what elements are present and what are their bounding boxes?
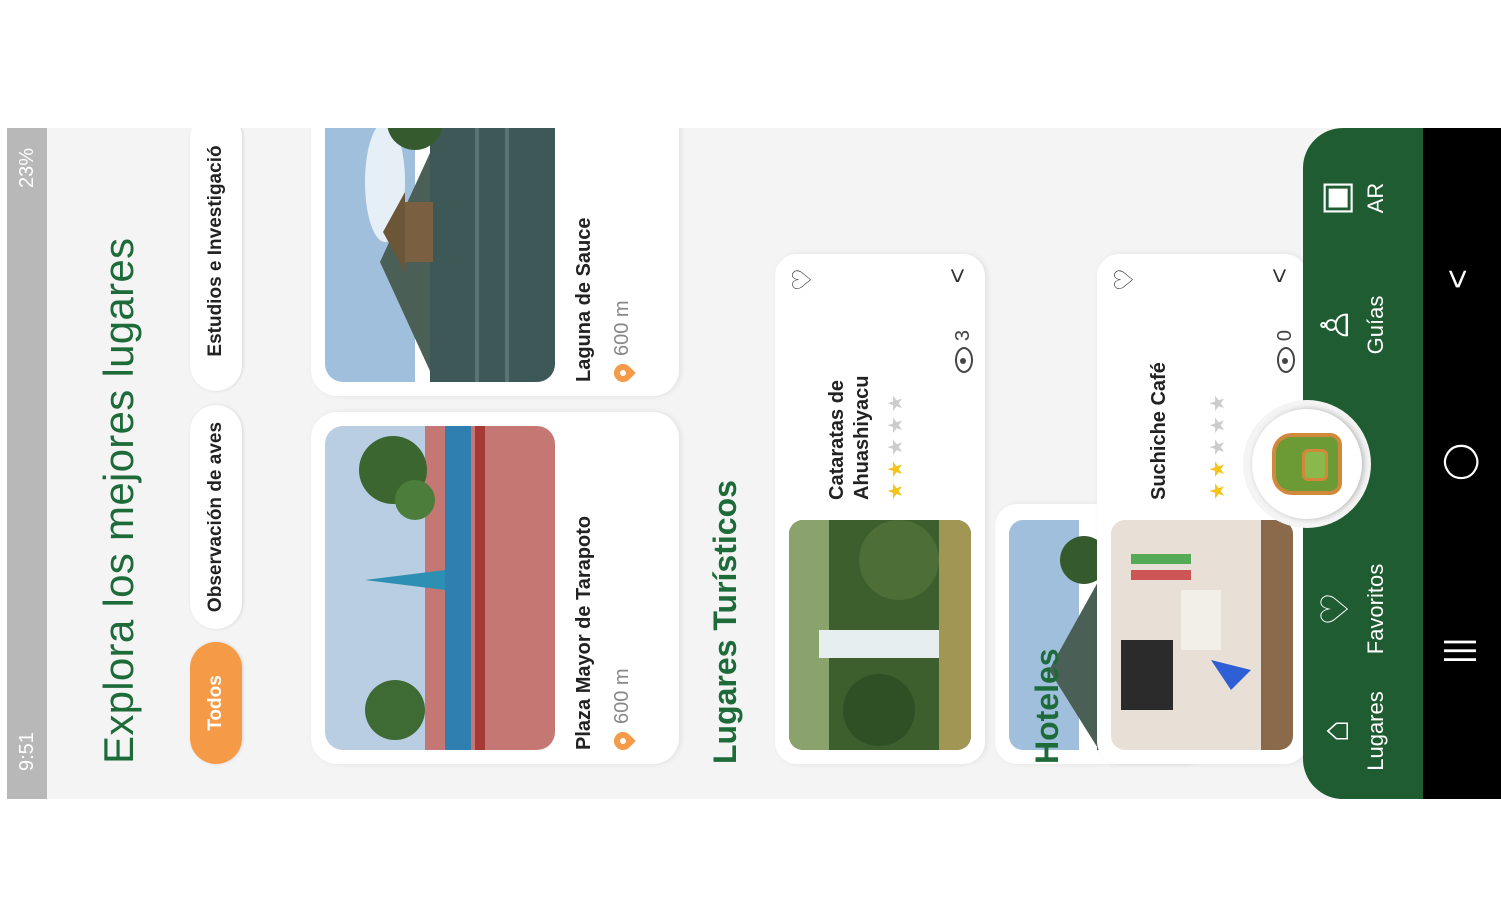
phone-screen: 9:51 23% Explora los mejores lugares Tod… xyxy=(7,128,1501,799)
share-icon[interactable]: < xyxy=(1264,268,1295,283)
nav-guias[interactable]: ♙ Guías xyxy=(1303,265,1423,385)
featured-distance: 600 m xyxy=(609,300,636,386)
eye-icon xyxy=(954,347,973,374)
views-number: 0 xyxy=(1274,330,1296,342)
views-number: 3 xyxy=(952,330,974,342)
battery-level: 23% xyxy=(16,148,38,189)
backpack-icon xyxy=(1272,433,1342,495)
page-title: Explora los mejores lugares xyxy=(95,237,142,764)
back-icon[interactable]: < xyxy=(1439,269,1478,289)
nav-ar[interactable]: ▣ AR xyxy=(1303,138,1423,258)
distance-text: 600 m xyxy=(611,300,633,356)
rating-stars: ★★★★★ xyxy=(1207,390,1229,500)
status-bar: 9:51 23% xyxy=(7,128,47,799)
place-card-cataratas[interactable]: Cataratas de Ahuashiyacu ★★★★★ ♡ 3 < xyxy=(775,254,985,764)
location-pin-icon xyxy=(609,360,636,386)
laguna-de-sauce-photo xyxy=(325,128,555,382)
section-title-hoteles: Hoteles xyxy=(1029,648,1065,764)
place-title: Suchiche Café xyxy=(1148,362,1170,500)
rotated-app-screen: 9:51 23% Explora los mejores lugares Tod… xyxy=(7,128,1501,799)
chip-todos[interactable]: Todos xyxy=(190,642,242,764)
map-pin-icon: ⌂ xyxy=(1315,719,1357,743)
ar-icon: ▣ xyxy=(1315,180,1357,216)
nav-label: Guías xyxy=(1363,295,1388,355)
views-count: 0 xyxy=(1274,330,1297,374)
favorite-heart-icon[interactable]: ♡ xyxy=(1109,268,1140,291)
recent-apps-icon[interactable]: ||| xyxy=(1439,638,1478,665)
chip-observacion-de-aves[interactable]: Observación de aves xyxy=(190,405,242,629)
heart-icon: ♡ xyxy=(1315,591,1357,627)
location-pin-icon xyxy=(609,728,636,754)
share-icon[interactable]: < xyxy=(942,268,973,283)
suchiche-cafe-photo xyxy=(1111,520,1293,750)
favorite-heart-icon[interactable]: ♡ xyxy=(787,268,818,291)
system-navigation-bar: ||| ◯ < xyxy=(1423,128,1501,799)
home-icon[interactable]: ◯ xyxy=(1439,443,1479,481)
featured-card-laguna-de-sauce[interactable]: Laguna de Sauce 600 m xyxy=(311,128,679,396)
backpack-fab-button[interactable] xyxy=(1252,409,1362,519)
featured-distance: 600 m xyxy=(609,668,636,754)
place-title: Cataratas de Ahuashiyacu xyxy=(826,375,873,500)
nav-label: AR xyxy=(1363,182,1388,214)
distance-text: 600 m xyxy=(611,668,633,724)
featured-card-plaza-mayor[interactable]: Plaza Mayor de Tarapoto 600 m xyxy=(311,412,679,764)
section-title-lugares-turisticos: Lugares Turísticos xyxy=(707,480,743,764)
views-count: 3 xyxy=(952,330,975,374)
nav-label: Favoritos xyxy=(1363,563,1388,655)
rating-stars: ★★★★★ xyxy=(885,390,907,500)
featured-title: Laguna de Sauce xyxy=(573,217,595,383)
person-icon: ♙ xyxy=(1315,307,1357,343)
cataratas-photo xyxy=(789,520,971,750)
chip-estudios-e-investigacion[interactable]: Estudios e Investigació xyxy=(190,128,242,391)
eye-icon xyxy=(1276,347,1295,374)
plaza-mayor-photo xyxy=(325,426,555,750)
featured-title: Plaza Mayor de Tarapoto xyxy=(573,515,595,750)
nav-label: Lugares xyxy=(1363,691,1388,771)
status-time: 9:51 xyxy=(16,732,38,771)
nav-favoritos[interactable]: ♡ Favoritos xyxy=(1303,549,1423,669)
nav-lugares[interactable]: ⌂ Lugares xyxy=(1303,671,1423,791)
